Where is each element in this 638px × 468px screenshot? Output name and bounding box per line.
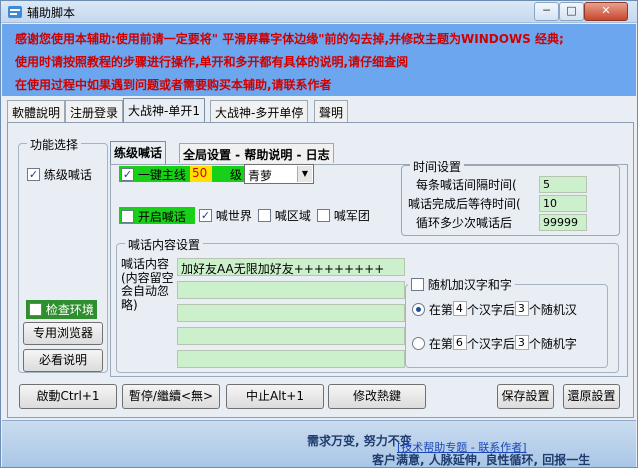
character-select[interactable]: 青萝 ▼	[244, 164, 314, 184]
wait-label: 喊话完成后等待时间(	[408, 197, 521, 211]
function-select-group: 功能选择 ✓ 练级喊话 检查环境 专用浏览器 必看说明	[18, 136, 108, 373]
option-1-count-input[interactable]: 3	[514, 301, 529, 316]
pause-button[interactable]: 暫停/繼續<無>	[122, 384, 220, 409]
region-checkbox[interactable]	[258, 209, 271, 222]
interval-label: 每条喊话间隔时间(	[416, 178, 517, 192]
level-label: 级	[212, 166, 244, 182]
wait-input[interactable]: 10	[539, 195, 587, 212]
option-2-prefix: 在第	[428, 337, 453, 351]
tab-single-open[interactable]: 大战神-单开1	[123, 98, 205, 123]
save-settings-button[interactable]: 保存設置	[497, 384, 554, 409]
world-label: 喊世界	[215, 209, 252, 223]
check-env-checkbox[interactable]	[29, 303, 42, 316]
army-option[interactable]: 喊军团	[317, 207, 370, 224]
open-shout-option[interactable]: 开启喊话	[119, 207, 195, 224]
footer: 需求万变, 努力不变 [技术帮助专题 - 联系作者] 客户满意, 人脉延伸, 良…	[2, 420, 636, 467]
restore-settings-button[interactable]: 還原設置	[563, 384, 620, 409]
option-2-middle: 个汉字后	[466, 337, 515, 351]
option-1-pos-input[interactable]: 4	[452, 301, 467, 316]
world-checkbox[interactable]: ✓	[199, 209, 212, 222]
army-label: 喊军团	[333, 209, 370, 223]
content-line-5[interactable]	[177, 350, 405, 368]
footer-tagline: 客户满意, 人脉延伸, 良性循环, 回报一生	[372, 453, 591, 467]
practice-shout-label: 练级喊话	[43, 168, 92, 182]
tab-multi-open[interactable]: 大战神-多开单停	[210, 100, 309, 122]
content-line-2[interactable]	[177, 281, 405, 299]
practice-shout-checkbox[interactable]: ✓	[27, 168, 40, 181]
random-chars-label: 随机加汉字和字	[427, 278, 512, 292]
start-button[interactable]: 啟動Ctrl+1	[19, 384, 117, 409]
notice-line-1: 感谢您使用本辅助:使用前请一定要将" 平滑屏幕字体边缘"前的勾去掉,并修改主题为…	[15, 32, 564, 46]
content-line-3[interactable]	[177, 304, 405, 322]
tab-panel: 功能选择 ✓ 练级喊话 检查环境 专用浏览器 必看说明 练级喊话 全局设置 - …	[7, 122, 634, 418]
check-env-option[interactable]: 检查环境	[26, 300, 97, 319]
random-chars-option[interactable]: 随机加汉字和字	[408, 276, 515, 293]
notice-banner: 感谢您使用本辅助:使用前请一定要将" 平滑屏幕字体边缘"前的勾去掉,并修改主题为…	[2, 24, 636, 96]
random-option-2[interactable]: 在第 6 个汉字后 3 个随机字	[412, 333, 608, 352]
stop-button[interactable]: 中止Alt+1	[226, 384, 324, 409]
tab-software-info[interactable]: 軟體說明	[7, 100, 66, 122]
close-button[interactable]: ✕	[584, 2, 628, 21]
content-settings-title: 喊话内容设置	[125, 236, 204, 253]
tab-register-login[interactable]: 注册登录	[65, 100, 124, 122]
notice-line-2: 使用时请按照教程的步骤进行操作,单开和多开都有具体的说明,请仔细查阅	[15, 55, 409, 69]
inner-tab-global-settings[interactable]: 全局设置 - 帮助说明 - 日志	[179, 143, 334, 163]
inner-tab-practice-shout[interactable]: 练级喊话	[110, 141, 167, 164]
practice-shout-option[interactable]: ✓ 练级喊话	[27, 166, 92, 183]
open-shout-label: 开启喊话	[137, 210, 186, 224]
interval-input[interactable]: 5	[539, 176, 587, 193]
tab-statement[interactable]: 聲明	[314, 100, 349, 122]
one-key-option[interactable]: ✓ 一键主线	[119, 166, 190, 182]
chevron-down-icon[interactable]: ▼	[297, 166, 312, 182]
region-label: 喊区域	[274, 209, 311, 223]
time-settings-group: 时间设置 每条喊话间隔时间( 5 喊话完成后等待时间( 10 循环多少次喊话后 …	[401, 158, 620, 236]
option-1-suffix: 个随机汉	[528, 303, 577, 317]
world-option[interactable]: ✓ 喊世界	[199, 207, 252, 224]
option-1-middle: 个汉字后	[466, 303, 515, 317]
loop-input[interactable]: 99999	[539, 214, 587, 231]
loop-label: 循环多少次喊话后	[416, 216, 513, 230]
content-line-4[interactable]	[177, 327, 405, 345]
minimize-button[interactable]: ─	[534, 2, 559, 21]
level-field[interactable]: 50	[190, 166, 212, 182]
inner-tabs: 练级喊话 全局设置 - 帮助说明 - 日志	[110, 141, 350, 165]
notice-line-3: 在使用过程中如果遇到问题或者需要购买本辅助,请联系作者	[15, 78, 332, 92]
content-label: 喊话内容 (内容留空会自动忽略)	[121, 257, 174, 312]
title-bar[interactable]: 辅助脚本 ─ □ ✕	[1, 1, 637, 23]
one-key-label: 一键主线	[137, 168, 186, 182]
window-title: 辅助脚本	[27, 6, 76, 20]
option-2-suffix: 个随机字	[528, 337, 577, 351]
app-window: 辅助脚本 ─ □ ✕ 感谢您使用本辅助:使用前请一定要将" 平滑屏幕字体边缘"前…	[0, 0, 638, 468]
random-option-2-radio[interactable]	[412, 337, 425, 350]
random-option-1-radio[interactable]	[412, 303, 425, 316]
must-read-button[interactable]: 必看说明	[23, 349, 103, 372]
check-env-label: 检查环境	[45, 303, 94, 317]
random-chars-group: 随机加汉字和字 在第 4 个汉字后 3 个随机汉 在第 6 个汉字后 3 个随机字	[405, 276, 608, 368]
hotkey-button[interactable]: 修改熱鍵	[328, 384, 426, 409]
browser-button[interactable]: 专用浏览器	[23, 322, 103, 345]
option-2-count-input[interactable]: 3	[514, 335, 529, 350]
maximize-button[interactable]: □	[559, 2, 584, 21]
content-line-1[interactable]: 加好友AA无限加好友+++++++++	[177, 258, 405, 276]
option-1-prefix: 在第	[428, 303, 453, 317]
content-settings-group: 喊话内容设置 喊话内容 (内容留空会自动忽略) 加好友AA无限加好友++++++…	[116, 236, 619, 373]
time-settings-title: 时间设置	[410, 158, 465, 175]
option-2-pos-input[interactable]: 6	[452, 335, 467, 350]
random-option-1[interactable]: 在第 4 个汉字后 3 个随机汉	[412, 299, 608, 318]
character-select-value: 青萝	[248, 169, 273, 183]
open-shout-checkbox[interactable]	[121, 210, 134, 223]
random-chars-checkbox[interactable]	[411, 278, 424, 291]
one-key-checkbox[interactable]: ✓	[121, 168, 134, 181]
region-option[interactable]: 喊区域	[258, 207, 311, 224]
app-icon	[8, 6, 22, 18]
function-select-title: 功能选择	[27, 136, 82, 153]
army-checkbox[interactable]	[317, 209, 330, 222]
